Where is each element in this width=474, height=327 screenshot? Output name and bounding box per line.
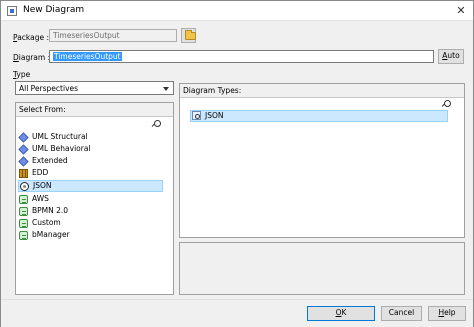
- package-label: Package :: [13, 33, 50, 42]
- perspective-dropdown[interactable]: All Perspectives: [15, 81, 174, 95]
- search-icon[interactable]: [152, 120, 161, 128]
- select-from-header: Select From:: [16, 103, 173, 117]
- select-from-panel: Select From: UML Structural UML Behavior…: [15, 102, 174, 295]
- uml-icon: [18, 156, 29, 167]
- ok-button[interactable]: OK: [307, 306, 375, 321]
- list-item-aws[interactable]: AWS: [18, 193, 163, 205]
- list-item-edd[interactable]: EDD: [18, 167, 163, 179]
- toolbox-icon: [19, 219, 28, 228]
- list-item-custom[interactable]: Custom: [18, 217, 163, 229]
- diagram-type-json[interactable]: JSON: [190, 110, 448, 122]
- perspective-selected: All Perspectives: [19, 84, 79, 93]
- list-item-uml-behavioral[interactable]: UML Behavioral: [18, 143, 163, 155]
- list-item-json[interactable]: JSON: [18, 180, 163, 192]
- diagram-name-input[interactable]: TimeseriesOutput: [49, 50, 434, 63]
- auto-button[interactable]: Auto: [438, 49, 464, 64]
- package-field: TimeseriesOutput: [49, 29, 177, 42]
- title-bar: New Diagram ✕: [1, 1, 473, 21]
- list-item-uml-structural[interactable]: UML Structural: [18, 131, 163, 143]
- uml-icon: [18, 144, 29, 155]
- folder-icon: [185, 30, 196, 40]
- toolbox-icon: [19, 207, 28, 216]
- help-button[interactable]: Help: [428, 306, 466, 321]
- diagram-types-header: Diagram Types:: [180, 84, 464, 98]
- browse-package-button[interactable]: [181, 28, 196, 43]
- list-item-extended[interactable]: Extended: [18, 155, 163, 167]
- json-diagram-icon: [192, 111, 201, 120]
- diagram-label: Diagram :: [13, 53, 51, 62]
- toolbox-icon: [19, 195, 28, 204]
- json-icon: [20, 182, 29, 191]
- description-panel: [179, 242, 465, 295]
- new-diagram-dialog: New Diagram ✕ Package : TimeseriesOutput…: [0, 0, 474, 327]
- window-title: New Diagram: [23, 5, 85, 15]
- toolbox-icon: [19, 231, 28, 240]
- list-item-bmanager[interactable]: bManager: [18, 229, 163, 241]
- diagram-name-selection: TimeseriesOutput: [53, 52, 122, 61]
- diagram-types-panel: Diagram Types: JSON: [179, 83, 465, 238]
- dialog-footer: OK Cancel Help: [1, 299, 473, 327]
- search-icon[interactable]: [442, 100, 451, 108]
- edd-icon: [19, 169, 28, 178]
- uml-icon: [18, 132, 29, 143]
- close-icon[interactable]: ✕: [453, 3, 469, 18]
- type-label: Type: [13, 70, 31, 79]
- app-icon: [7, 6, 17, 16]
- list-item-bpmn[interactable]: BPMN 2.0: [18, 205, 163, 217]
- cancel-button[interactable]: Cancel: [381, 306, 422, 321]
- chevron-down-icon: [163, 87, 169, 91]
